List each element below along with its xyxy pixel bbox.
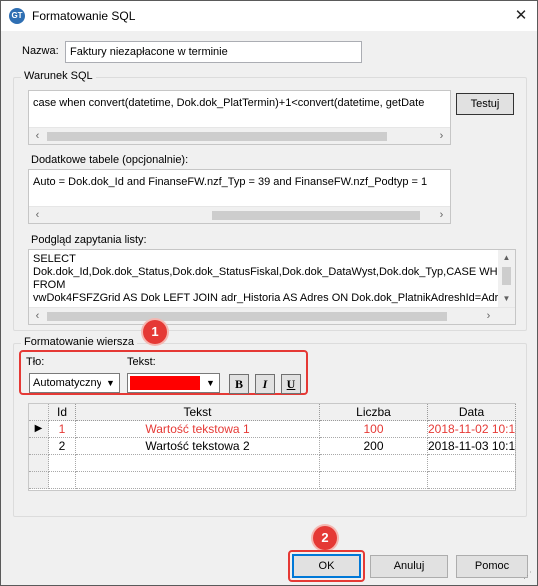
- cell-id[interactable]: 2: [49, 438, 76, 455]
- query-preview-line: vwDok4FSFZGrid AS Dok LEFT JOIN adr_Hist…: [33, 292, 510, 304]
- name-input[interactable]: Faktury niezapłacone w terminie: [65, 41, 362, 63]
- scroll-right-icon[interactable]: ›: [433, 128, 450, 144]
- scroll-left-icon[interactable]: ‹: [29, 308, 46, 324]
- column-header-date[interactable]: Data: [428, 404, 516, 421]
- scroll-down-icon[interactable]: ▼: [498, 291, 515, 307]
- scroll-left-icon[interactable]: ‹: [29, 207, 46, 223]
- extra-tables-hscrollbar[interactable]: ‹ ›: [29, 206, 450, 223]
- resize-grip-icon[interactable]: ⋰: [523, 569, 535, 581]
- row-indicator: [29, 455, 49, 472]
- cell-date[interactable]: 2018-11-03 10:14:: [428, 438, 516, 455]
- ok-button[interactable]: OK: [292, 554, 361, 578]
- cell-empty: [49, 472, 76, 489]
- cancel-button[interactable]: Anuluj: [370, 555, 448, 578]
- app-logo-icon: GT: [9, 8, 25, 24]
- scroll-left-icon[interactable]: ‹: [29, 128, 46, 144]
- text-color-swatch: [130, 376, 200, 390]
- column-header-text[interactable]: Tekst: [76, 404, 320, 421]
- scrollbar-thumb[interactable]: [212, 211, 420, 220]
- close-icon[interactable]: ✕: [507, 2, 535, 30]
- sql-condition-caption: Warunek SQL: [21, 70, 96, 82]
- grid-corner: [29, 404, 49, 421]
- cell-text[interactable]: Wartość tekstowa 1: [76, 421, 320, 438]
- chevron-down-icon[interactable]: ▼: [202, 374, 219, 392]
- cell-number[interactable]: 100: [320, 421, 428, 438]
- dialog-window: GT Formatowanie SQL ✕ Nazwa: Faktury nie…: [0, 0, 538, 586]
- preview-grid[interactable]: Id Tekst Liczba Data ▶ 1 Wartość tekstow…: [28, 403, 516, 491]
- cell-empty: [76, 472, 320, 489]
- extra-tables-label: Dodatkowe tabele (opcjonalnie):: [31, 154, 189, 166]
- text-color-select[interactable]: ▼: [127, 373, 220, 393]
- cell-text[interactable]: Wartość tekstowa 2: [76, 438, 320, 455]
- chevron-down-icon[interactable]: ▼: [102, 374, 119, 392]
- current-row-indicator-icon: ▶: [29, 421, 49, 438]
- test-button[interactable]: Testuj: [456, 93, 514, 115]
- query-preview-line: Dok.dok_Id,Dok.dok_Status,Dok.dok_Status…: [33, 266, 501, 278]
- column-header-number[interactable]: Liczba: [320, 404, 428, 421]
- bold-button[interactable]: B: [229, 374, 249, 394]
- title-bar[interactable]: GT Formatowanie SQL ✕: [1, 1, 537, 31]
- row-indicator: [29, 472, 49, 489]
- extra-tables-text: Auto = Dok.dok_Id and FinanseFW.nzf_Typ …: [33, 176, 428, 188]
- sql-condition-editor[interactable]: case when convert(datetime, Dok.dok_Plat…: [28, 90, 451, 145]
- window-title: Formatowanie SQL: [32, 9, 136, 23]
- query-preview-vscrollbar[interactable]: ▲ ▼: [498, 250, 515, 308]
- extra-tables-editor[interactable]: Auto = Dok.dok_Id and FinanseFW.nzf_Typ …: [28, 169, 451, 224]
- query-preview-box[interactable]: SELECT Dok.dok_Id,Dok.dok_Status,Dok.dok…: [28, 249, 516, 325]
- background-color-select[interactable]: Automatyczny ▼: [29, 373, 120, 393]
- cell-empty: [320, 455, 428, 472]
- name-label: Nazwa:: [22, 45, 59, 57]
- cell-empty: [320, 472, 428, 489]
- cell-id[interactable]: 1: [49, 421, 76, 438]
- underline-button[interactable]: U: [281, 374, 301, 394]
- sql-condition-hscrollbar[interactable]: ‹ ›: [29, 127, 450, 144]
- background-color-value: Automatyczny: [33, 377, 101, 389]
- scrollbar-thumb[interactable]: [47, 312, 447, 321]
- row-format-caption: Formatowanie wiersza: [21, 336, 138, 348]
- scroll-right-icon[interactable]: ›: [480, 308, 497, 324]
- cell-empty: [428, 472, 516, 489]
- text-color-label: Tekst:: [127, 356, 156, 368]
- cell-date[interactable]: 2018-11-02 10:14:: [428, 421, 516, 438]
- column-header-id[interactable]: Id: [49, 404, 76, 421]
- scrollbar-thumb[interactable]: [502, 267, 511, 285]
- cell-empty: [428, 455, 516, 472]
- cell-empty: [49, 455, 76, 472]
- help-button[interactable]: Pomoc: [456, 555, 528, 578]
- italic-button[interactable]: I: [255, 374, 275, 394]
- query-preview-line: SELECT: [33, 253, 76, 265]
- sql-condition-text: case when convert(datetime, Dok.dok_Plat…: [33, 97, 425, 109]
- background-label: Tło:: [26, 356, 45, 368]
- row-indicator: [29, 438, 49, 455]
- annotation-badge: 2: [313, 526, 337, 550]
- scroll-right-icon[interactable]: ›: [433, 207, 450, 223]
- cell-empty: [76, 455, 320, 472]
- query-preview-line: FROM: [33, 279, 66, 291]
- scrollbar-thumb[interactable]: [47, 132, 387, 141]
- text-style-buttons: B I U: [229, 374, 301, 394]
- cell-number[interactable]: 200: [320, 438, 428, 455]
- annotation-badge: 1: [143, 320, 167, 344]
- query-preview-label: Podgląd zapytania listy:: [31, 234, 147, 246]
- scroll-up-icon[interactable]: ▲: [498, 250, 515, 266]
- query-preview-hscrollbar[interactable]: ‹ ›: [29, 307, 515, 324]
